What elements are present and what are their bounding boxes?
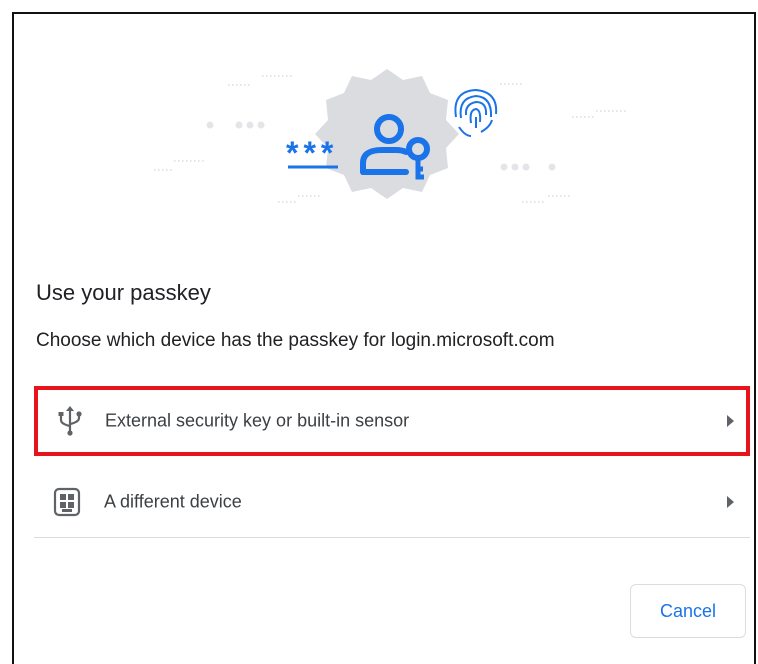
option-label: External security key or built-in sensor (105, 410, 410, 431)
fingerprint-icon (454, 88, 498, 137)
option-external-security-key[interactable]: External security key or built-in sensor (34, 386, 750, 456)
dialog-title: Use your passkey (36, 280, 211, 305)
cancel-button[interactable]: Cancel (630, 584, 746, 638)
chevron-right-icon (727, 415, 734, 427)
dialog-subtitle: Choose which device has the passkey for … (36, 330, 555, 351)
option-different-device[interactable]: A different device (34, 466, 750, 538)
qr-phone-icon (53, 487, 81, 516)
passkey-illustration: *** (154, 69, 626, 203)
chevron-right-icon (727, 495, 734, 508)
option-label: A different device (104, 491, 242, 511)
passkey-dialog: *** Use your passkey Choose which device… (12, 12, 756, 664)
usb-icon (58, 406, 82, 436)
badge-seal (315, 69, 459, 199)
